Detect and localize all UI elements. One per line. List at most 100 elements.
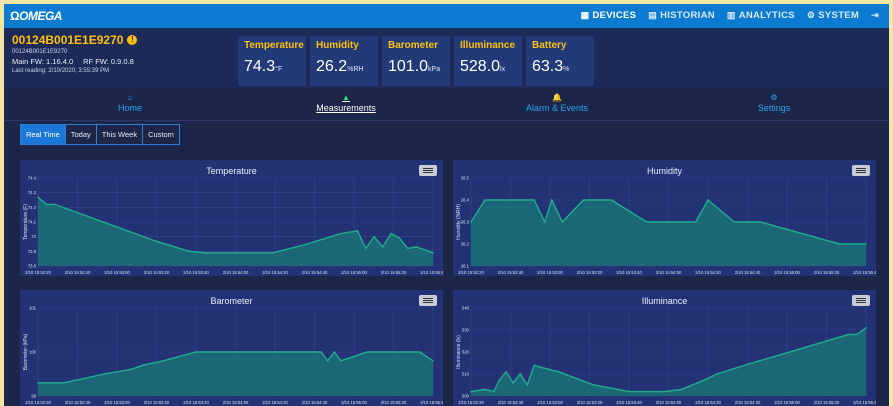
metric-label: Illuminance bbox=[460, 40, 516, 51]
nav-label: ANALYTICS bbox=[738, 10, 795, 21]
firmware-info: Main FW: 1.16.4.0 RF FW: 0.9.0.8 bbox=[12, 57, 137, 66]
x-tick-label: 2/10 15:55:40 bbox=[853, 270, 876, 275]
x-tick-label: 2/10 15:54:00 bbox=[656, 270, 682, 275]
tab-measurements[interactable]: ▲ Measurements bbox=[286, 93, 406, 113]
nav-label: HISTORIAN bbox=[660, 10, 715, 21]
data-point bbox=[493, 390, 495, 393]
data-point bbox=[484, 199, 486, 201]
metric-label: Barometer bbox=[388, 40, 439, 51]
data-point bbox=[432, 360, 434, 362]
chart-title: Barometer bbox=[210, 296, 253, 306]
tab-label: Settings bbox=[757, 103, 791, 113]
y-tick-label: 26.1 bbox=[461, 264, 470, 269]
nav-devices[interactable]: ▦ DEVICES bbox=[581, 10, 637, 21]
data-point bbox=[340, 360, 342, 362]
x-tick-label: 2/10 15:53:00 bbox=[104, 400, 130, 405]
y-tick-label: 26.4 bbox=[461, 198, 470, 203]
nav-analytics[interactable]: ▥ ANALYTICS bbox=[727, 10, 795, 21]
omega-logo[interactable]: ΩOMEGA bbox=[10, 9, 62, 23]
y-tick-label: 74.3 bbox=[28, 190, 37, 195]
y-tick-label: 74.4 bbox=[28, 176, 37, 181]
metric-unit: lx bbox=[500, 66, 506, 73]
hamburger-menu-icon[interactable] bbox=[852, 295, 870, 306]
x-tick-label: 2/10 15:53:40 bbox=[183, 400, 209, 405]
gears-icon: ⚙ bbox=[806, 10, 816, 20]
data-point bbox=[37, 382, 39, 384]
x-tick-label: 2/10 15:55:20 bbox=[814, 400, 840, 405]
hamburger-menu-icon[interactable] bbox=[419, 165, 437, 176]
logo-text: OMEGA bbox=[19, 9, 62, 23]
range-real-time[interactable]: Real Time bbox=[21, 125, 66, 144]
nav-historian[interactable]: ▤ HISTORIAN bbox=[648, 10, 715, 21]
range-today[interactable]: Today bbox=[65, 125, 97, 144]
data-point bbox=[628, 390, 630, 393]
y-tick-label: 74.1 bbox=[28, 220, 37, 225]
range-this-week[interactable]: This Week bbox=[96, 125, 144, 144]
data-point bbox=[154, 240, 157, 242]
data-point bbox=[63, 382, 66, 384]
tab-label: Alarm & Events bbox=[525, 103, 589, 113]
data-point bbox=[320, 351, 322, 353]
area-chart-icon: ▲ bbox=[342, 93, 350, 102]
data-point bbox=[561, 221, 564, 223]
tab-alarm-events[interactable]: 🔔 Alarm & Events bbox=[497, 93, 617, 113]
y-axis-label: Barometer (kPa) bbox=[23, 333, 29, 370]
tab-label: Home bbox=[117, 103, 142, 113]
data-point bbox=[142, 364, 145, 366]
section-tabs: ⌂ Home ▲ Measurements 🔔 Alarm & Events ⚙ Settin… bbox=[4, 88, 889, 121]
nav-label: SYSTEM bbox=[818, 10, 860, 21]
main-fw: Main FW: 1.16.4.0 bbox=[12, 57, 74, 66]
series-area bbox=[38, 352, 433, 396]
data-point bbox=[356, 230, 359, 232]
hamburger-menu-icon[interactable] bbox=[419, 295, 437, 306]
chart-svg: 2/10 15:52:20 2/10 15:52:40 2/10 15:53:00 2… bbox=[23, 306, 443, 406]
y-tick-label: 26.3 bbox=[461, 220, 470, 225]
tab-label: Measurements bbox=[316, 103, 376, 113]
data-point bbox=[419, 351, 421, 353]
data-point bbox=[398, 237, 401, 239]
x-tick-label: 2/10 15:53:20 bbox=[144, 270, 170, 275]
nav-logout[interactable]: ⇥ bbox=[871, 10, 879, 21]
device-id: 00124B001E1E9270 ! bbox=[12, 33, 138, 47]
metric-cards: Temperature 74.3°F Humidity 26.2%RH Baromete… bbox=[238, 36, 594, 86]
chart-icon: ▥ bbox=[726, 10, 736, 20]
data-point bbox=[366, 351, 368, 353]
data-point bbox=[751, 362, 753, 364]
x-tick-label: 2/10 15:55:20 bbox=[381, 400, 407, 405]
time-range-selector: Real Time Today This Week Custom bbox=[20, 124, 180, 145]
data-point bbox=[707, 199, 709, 201]
tab-home[interactable]: ⌂ Home bbox=[70, 93, 190, 113]
data-point bbox=[50, 382, 52, 384]
metric-value: 74.3°F bbox=[244, 58, 300, 76]
metric-value: 101.0kPa bbox=[388, 58, 444, 76]
x-tick-label: 2/10 15:54:20 bbox=[262, 400, 288, 405]
data-point bbox=[733, 221, 736, 223]
x-tick-label: 2/10 15:53:00 bbox=[537, 400, 563, 405]
y-tick-label: 74.2 bbox=[28, 205, 37, 210]
data-point bbox=[838, 243, 841, 245]
tab-settings[interactable]: ⚙ Settings bbox=[714, 93, 834, 113]
y-tick-label: 26.5 bbox=[461, 176, 470, 181]
y-tick-label: 101 bbox=[29, 306, 37, 311]
gear-icon: ⚙ bbox=[770, 93, 778, 102]
data-point bbox=[610, 199, 613, 201]
range-custom[interactable]: Custom bbox=[143, 125, 179, 144]
x-tick-label: 2/10 15:52:20 bbox=[458, 400, 484, 405]
hamburger-menu-icon[interactable] bbox=[852, 165, 870, 176]
data-point bbox=[313, 351, 316, 353]
data-point bbox=[526, 384, 528, 386]
metric-label: Temperature bbox=[244, 40, 304, 51]
metric-label: Battery bbox=[532, 40, 567, 51]
metric-unit: %RH bbox=[347, 66, 364, 73]
x-tick-label: 2/10 15:53:00 bbox=[537, 270, 563, 275]
chart-svg: 2/10 15:52:20 2/10 15:52:40 2/10 15:53:00 2… bbox=[456, 176, 876, 276]
y-tick-label: 74 bbox=[31, 234, 36, 239]
x-tick-label: 2/10 15:54:00 bbox=[223, 270, 249, 275]
top-navbar: ΩOMEGA ▦ DEVICES ▤ HISTORIAN ▥ ANALYTICS ⚙ SYST… bbox=[4, 4, 889, 28]
nav-system[interactable]: ⚙ SYSTEM bbox=[807, 10, 859, 21]
info-icon[interactable]: ! bbox=[127, 35, 138, 45]
data-point bbox=[865, 243, 867, 245]
barometer-chart: 2/10 15:52:20 2/10 15:52:40 2/10 15:53:00 2… bbox=[20, 290, 443, 406]
metric-unit: % bbox=[563, 66, 570, 73]
x-tick-label: 2/10 15:54:00 bbox=[223, 400, 249, 405]
